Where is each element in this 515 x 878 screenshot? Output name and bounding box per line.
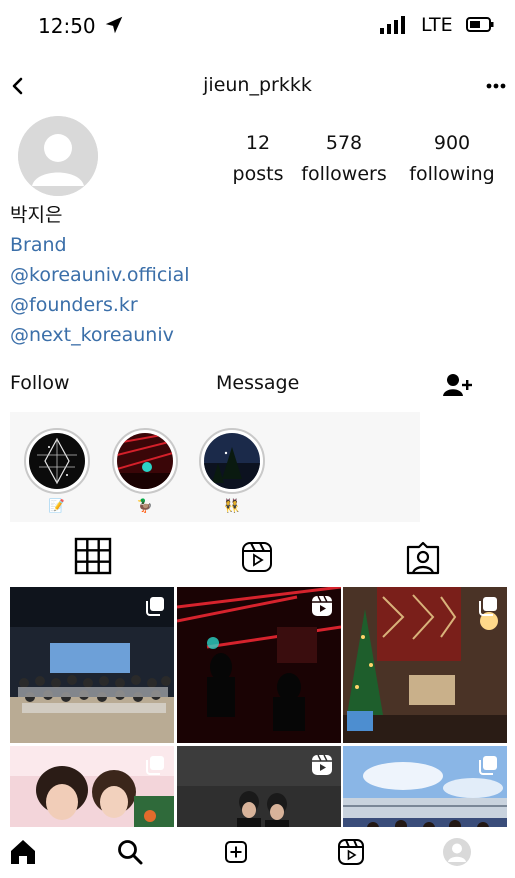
carousel-icon [146,597,164,616]
highlight-item[interactable]: 👯 [199,428,265,514]
profile-bio: 박지은 Brand @koreauniv.official @founders.… [10,200,190,350]
posts-count[interactable]: 12 posts [226,128,290,190]
highlight-ring [112,428,178,494]
grid-icon[interactable] [74,537,112,575]
story-highlights: 📝 🦆 👯 [10,412,420,522]
location-arrow-icon [105,16,123,34]
post-thumbnail[interactable] [10,746,174,827]
network-type: LTE [421,14,453,36]
highlight-cover [117,433,173,489]
post-thumbnail[interactable] [343,746,507,827]
highlight-caption: 👯 [223,499,241,514]
reel-icon [312,595,332,616]
highlight-item[interactable]: 🦆 [112,428,178,514]
bio-mention-link[interactable]: @next_koreauniv [10,320,190,350]
display-name: 박지은 [10,204,63,226]
profile-category: Brand [10,234,67,256]
highlight-ring [24,428,90,494]
profile-stats: 12 posts 578 followers 900 following [0,128,515,192]
carousel-icon [146,756,164,775]
carousel-icon [479,597,497,616]
message-button[interactable]: Message [216,372,299,394]
status-bar: 12:50 LTE [0,0,515,54]
search-icon[interactable] [115,837,145,867]
post-thumbnail[interactable] [10,587,174,743]
more-options-icon[interactable] [484,74,508,98]
follow-button[interactable]: Follow [10,372,70,394]
signal-icon [380,16,405,34]
post-thumbnail[interactable] [343,587,507,743]
following-count[interactable]: 900 following [402,128,502,190]
highlight-cover [29,433,85,489]
profile-header: jieun_prkkk [0,70,515,104]
add-user-icon[interactable] [442,372,474,398]
bottom-navigation [0,827,515,878]
post-thumbnail[interactable] [177,587,341,743]
bio-mention-link[interactable]: @koreauniv.official [10,260,190,290]
create-post-icon[interactable] [221,837,251,867]
highlight-caption: 📝 [48,499,66,514]
reels-nav-icon[interactable] [336,837,366,867]
profile-username: jieun_prkkk [203,74,312,96]
following-count-value: 900 [433,132,471,154]
posts-label: posts [232,163,284,185]
home-icon[interactable] [8,837,38,867]
carousel-icon [479,756,497,775]
reel-icon [312,754,332,775]
followers-count[interactable]: 578 followers [296,128,392,190]
profile-tabs [0,535,515,579]
battery-icon [466,17,494,32]
followers-count-value: 578 [325,132,363,154]
tagged-icon[interactable] [404,541,442,575]
profile-actions: Follow Message [0,370,515,402]
following-label: following [409,163,495,185]
highlight-ring [199,428,265,494]
bio-mention-link[interactable]: @founders.kr [10,290,190,320]
reels-icon[interactable] [240,540,274,574]
posts-grid [10,587,509,827]
followers-label: followers [301,163,387,185]
post-thumbnail[interactable] [177,746,341,827]
profile-avatar-icon[interactable] [442,837,472,867]
status-time: 12:50 [38,14,96,38]
highlight-cover [204,433,260,489]
posts-count-value: 12 [245,132,271,154]
highlight-item[interactable]: 📝 [24,428,90,514]
highlight-caption: 🦆 [136,499,154,514]
